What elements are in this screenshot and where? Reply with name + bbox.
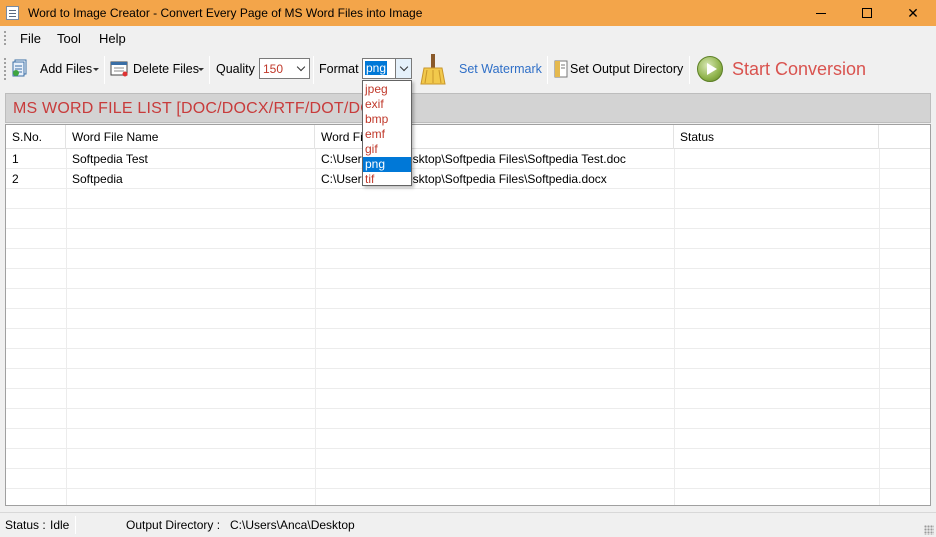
close-icon: ✕ bbox=[907, 4, 919, 21]
format-value: png bbox=[365, 61, 388, 75]
title-bar: Word to Image Creator - Convert Every Pa… bbox=[0, 0, 936, 26]
toolbar-separator bbox=[689, 56, 690, 84]
set-output-directory-button[interactable]: Set Output Directory bbox=[570, 62, 683, 76]
table-row bbox=[6, 449, 930, 469]
watermark-brush-icon bbox=[420, 54, 446, 85]
table-row bbox=[6, 229, 930, 249]
toolbar-separator bbox=[313, 56, 314, 84]
column-header-name[interactable]: Word File Name bbox=[66, 125, 315, 149]
toolbar: Add Files Delete Files Quality 150 Forma… bbox=[0, 50, 936, 88]
file-list-grid[interactable]: S.No. Word File Name Word Fi Status 1 So… bbox=[5, 124, 931, 506]
minimize-icon bbox=[816, 12, 826, 14]
chevron-down-icon[interactable] bbox=[395, 59, 411, 78]
file-list-title: MS WORD FILE LIST [DOC/DOCX/RTF/DOT/DOCM bbox=[13, 100, 399, 117]
start-conversion-button[interactable]: Start Conversion bbox=[732, 59, 866, 80]
menu-file[interactable]: File bbox=[20, 31, 41, 46]
delete-files-button[interactable]: Delete Files bbox=[133, 62, 199, 76]
file-list-header: MS WORD FILE LIST [DOC/DOCX/RTF/DOT/DOCM bbox=[5, 93, 931, 123]
column-header-sno[interactable]: S.No. bbox=[6, 125, 66, 149]
chevron-down-icon[interactable] bbox=[293, 59, 309, 78]
row-file-path: C:\Users bbox=[321, 152, 368, 166]
table-row bbox=[6, 309, 930, 329]
table-row bbox=[6, 349, 930, 369]
table-row[interactable]: 2 Softpedia C:\Users esktop\Softpedia Fi… bbox=[6, 169, 930, 189]
menu-grip bbox=[4, 31, 6, 45]
add-files-icon bbox=[12, 59, 27, 77]
format-option-exif[interactable]: exif bbox=[363, 97, 411, 112]
row-file-path-tail: esktop\Softpedia Files\Softpedia.docx bbox=[406, 172, 607, 186]
format-select[interactable]: png bbox=[362, 58, 412, 79]
maximize-button[interactable] bbox=[844, 0, 890, 26]
quality-select[interactable]: 150 bbox=[259, 58, 310, 79]
window-title: Word to Image Creator - Convert Every Pa… bbox=[28, 6, 423, 20]
row-sno: 1 bbox=[12, 152, 19, 166]
format-dropdown-list[interactable]: jpeg exif bmp emf gif png tif bbox=[362, 80, 412, 186]
toolbar-separator bbox=[104, 56, 105, 84]
output-directory-value: C:\Users\Anca\Desktop bbox=[230, 518, 355, 532]
table-row bbox=[6, 209, 930, 229]
set-watermark-button[interactable]: Set Watermark bbox=[459, 62, 542, 76]
output-directory-label: Output Directory : bbox=[126, 518, 221, 532]
status-label: Status : bbox=[5, 518, 46, 532]
table-row bbox=[6, 429, 930, 449]
grid-header-row: S.No. Word File Name Word Fi Status bbox=[6, 125, 930, 149]
table-row bbox=[6, 249, 930, 269]
table-row bbox=[6, 389, 930, 409]
row-file-name: Softpedia Test bbox=[72, 152, 148, 166]
format-option-emf[interactable]: emf bbox=[363, 127, 411, 142]
row-file-path: C:\Users bbox=[321, 172, 368, 186]
resize-grip-icon[interactable] bbox=[924, 525, 934, 535]
status-value: Idle bbox=[50, 518, 70, 532]
format-option-gif[interactable]: gif bbox=[363, 142, 411, 157]
menu-help[interactable]: Help bbox=[99, 31, 126, 46]
table-row bbox=[6, 469, 930, 489]
format-label: Format bbox=[319, 62, 359, 76]
menu-bar: File Tool Help bbox=[0, 27, 936, 49]
format-option-jpeg[interactable]: jpeg bbox=[363, 82, 411, 97]
table-row bbox=[6, 409, 930, 429]
format-option-tif[interactable]: tif bbox=[363, 172, 411, 187]
row-status bbox=[674, 149, 680, 169]
delete-files-icon bbox=[110, 61, 128, 77]
add-files-button[interactable]: Add Files bbox=[40, 62, 92, 76]
toolbar-separator bbox=[547, 56, 548, 84]
menu-tool[interactable]: Tool bbox=[57, 31, 81, 46]
format-option-png[interactable]: png bbox=[363, 157, 411, 172]
format-option-bmp[interactable]: bmp bbox=[363, 112, 411, 127]
minimize-button[interactable] bbox=[798, 0, 844, 26]
table-row bbox=[6, 369, 930, 389]
toolbar-separator bbox=[209, 56, 210, 84]
row-file-name: Softpedia bbox=[72, 172, 123, 186]
row-sno: 2 bbox=[12, 172, 19, 186]
table-row bbox=[6, 489, 930, 505]
table-row bbox=[6, 269, 930, 289]
delete-files-dropdown-icon[interactable] bbox=[198, 68, 204, 71]
app-icon bbox=[6, 6, 19, 20]
row-file-path-tail: esktop\Softpedia Files\Softpedia Test.do… bbox=[406, 152, 626, 166]
row-status bbox=[674, 169, 680, 189]
play-icon[interactable] bbox=[697, 56, 723, 82]
quality-label: Quality bbox=[216, 62, 255, 76]
status-bar: Status : Idle Output Directory : C:\User… bbox=[0, 512, 936, 537]
toolbar-grip bbox=[4, 58, 6, 80]
add-files-dropdown-icon[interactable] bbox=[93, 68, 99, 71]
table-row bbox=[6, 189, 930, 209]
output-directory-icon bbox=[554, 60, 568, 78]
column-header-status[interactable]: Status bbox=[674, 125, 879, 149]
close-button[interactable]: ✕ bbox=[890, 0, 936, 26]
status-separator bbox=[75, 516, 76, 534]
table-row bbox=[6, 329, 930, 349]
quality-value: 150 bbox=[263, 62, 284, 76]
maximize-icon bbox=[862, 8, 872, 18]
table-row[interactable]: 1 Softpedia Test C:\Users esktop\Softped… bbox=[6, 149, 930, 169]
table-row bbox=[6, 289, 930, 309]
